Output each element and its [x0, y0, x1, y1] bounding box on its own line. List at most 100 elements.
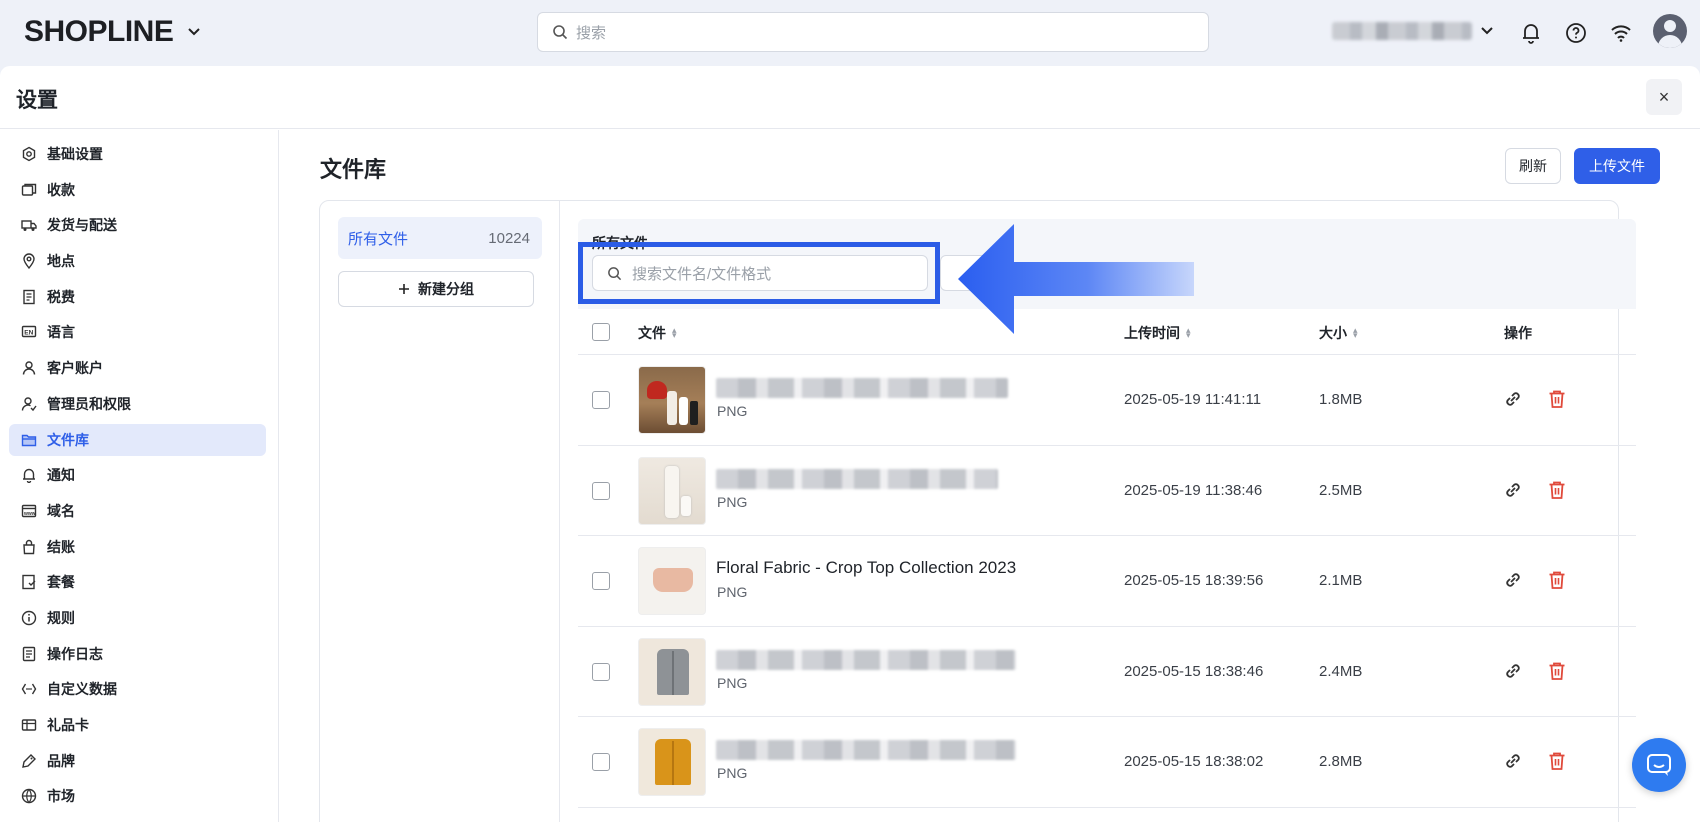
- delete-icon[interactable]: [1546, 569, 1568, 591]
- new-group-button[interactable]: 新建分组: [338, 271, 534, 307]
- file-size: 2.8MB: [1319, 753, 1363, 770]
- file-thumbnail[interactable]: [638, 547, 706, 615]
- sidebar-item[interactable]: 基础设置: [9, 138, 266, 170]
- global-search-input[interactable]: 搜索: [537, 12, 1209, 52]
- delete-icon[interactable]: [1546, 750, 1568, 772]
- group-list: 所有文件 10224 新建分组: [320, 201, 560, 822]
- svg-text:EN: EN: [24, 330, 33, 337]
- globe-icon: [21, 788, 37, 804]
- highlight-box: [578, 242, 940, 304]
- delete-icon[interactable]: [1546, 388, 1568, 410]
- chevron-down-icon[interactable]: [1480, 23, 1494, 39]
- sidebar-item[interactable]: 套餐: [9, 566, 266, 598]
- copy-link-icon[interactable]: [1502, 479, 1524, 501]
- copy-link-icon[interactable]: [1502, 569, 1524, 591]
- sidebar-item[interactable]: 市场: [9, 780, 266, 812]
- row-checkbox[interactable]: [592, 753, 610, 771]
- table-row[interactable]: PNG 2025-05-15 18:38:02 2.8MB: [578, 717, 1636, 808]
- sidebar-item-label: 发货与配送: [47, 217, 117, 234]
- file-name-blurred[interactable]: [716, 740, 1016, 760]
- sidebar-item-label: 语言: [47, 324, 75, 341]
- close-icon: ×: [1658, 86, 1670, 107]
- shopline-logo: SHOPLINE: [24, 15, 174, 48]
- column-header-size[interactable]: 大小 ▴ ▾: [1319, 323, 1358, 343]
- group-count: 10224: [488, 229, 530, 247]
- sidebar-item[interactable]: 收款: [9, 174, 266, 206]
- row-checkbox[interactable]: [592, 481, 610, 500]
- sidebar-item[interactable]: 操作日志: [9, 638, 266, 670]
- sidebar-item-label: 礼品卡: [47, 717, 89, 733]
- upload-time: 2025-05-19 11:41:11: [1124, 391, 1262, 408]
- copy-link-icon[interactable]: [1502, 660, 1524, 682]
- sidebar-item[interactable]: 客户账户: [9, 352, 266, 384]
- page-title: 文件库: [320, 157, 387, 182]
- bell-icon[interactable]: [1518, 20, 1544, 46]
- column-label: 大小: [1319, 325, 1347, 341]
- sort-icon: ▴ ▾: [1353, 325, 1358, 340]
- store-switcher[interactable]: SHOPLINE: [24, 15, 201, 49]
- help-icon[interactable]: [1563, 20, 1589, 46]
- file-type: PNG: [717, 403, 748, 419]
- row-checkbox[interactable]: [592, 572, 610, 590]
- file-name-blurred[interactable]: [716, 378, 1008, 398]
- sort-icon: ▴ ▾: [672, 325, 677, 340]
- table-row[interactable]: PNG 2025-05-19 11:38:46 2.5MB: [578, 446, 1636, 536]
- sidebar-item-label: 结账: [47, 538, 75, 555]
- upload-time: 2025-05-19 11:38:46: [1124, 481, 1263, 499]
- sidebar-item[interactable]: 税费: [9, 281, 266, 313]
- file-thumbnail[interactable]: [638, 456, 706, 525]
- copy-link-icon[interactable]: [1502, 750, 1524, 772]
- sidebar-item[interactable]: 文件库: [9, 423, 266, 456]
- plan-icon: [21, 574, 37, 590]
- sidebar-item[interactable]: www 域名: [9, 495, 266, 527]
- file-type: PNG: [717, 584, 748, 600]
- upload-file-button[interactable]: 上传文件: [1574, 148, 1660, 184]
- table-row[interactable]: Floral Fabric - Crop Top Collection 2023…: [578, 536, 1636, 627]
- select-all-checkbox[interactable]: [592, 323, 610, 341]
- row-checkbox[interactable]: [592, 391, 610, 409]
- sidebar-item[interactable]: 管理员和权限: [9, 388, 266, 420]
- column-header-file[interactable]: 文件 ▴ ▾: [638, 323, 677, 343]
- settings-panel: 设置 × 基础设置 收款 发货与配送 地点 税费 EN 语言 客户账户 管理员和权限 文件库 通知 w…: [0, 66, 1700, 822]
- delete-icon[interactable]: [1546, 660, 1568, 682]
- chat-support-button[interactable]: [1632, 738, 1686, 792]
- file-size: 1.8MB: [1319, 391, 1363, 408]
- file-thumbnail[interactable]: [638, 637, 706, 706]
- sidebar-item-label: 基础设置: [47, 146, 103, 162]
- sidebar-item[interactable]: 地点: [9, 245, 266, 277]
- sidebar-item[interactable]: 自定义数据: [9, 673, 266, 705]
- file-thumbnail[interactable]: [638, 366, 706, 434]
- file-name-blurred[interactable]: [716, 468, 998, 489]
- table-row[interactable]: PNG 2025-05-15 18:38:46 2.4MB: [578, 627, 1636, 717]
- file-name[interactable]: Floral Fabric - Crop Top Collection 2023: [716, 558, 1016, 578]
- file-size: 2.5MB: [1319, 481, 1363, 499]
- row-checkbox[interactable]: [592, 662, 610, 681]
- sidebar-item[interactable]: 结账: [9, 531, 266, 563]
- wifi-icon[interactable]: [1608, 20, 1634, 46]
- file-size: 2.4MB: [1319, 662, 1363, 680]
- file-name-blurred[interactable]: [716, 649, 1016, 670]
- svg-text:www: www: [23, 511, 36, 517]
- sidebar-item[interactable]: 品牌: [9, 745, 266, 777]
- gift-card-icon: [21, 717, 37, 733]
- sidebar-item-label: 通知: [47, 467, 75, 484]
- sidebar-item[interactable]: EN 语言: [9, 316, 266, 348]
- sidebar-item[interactable]: 礼品卡: [9, 709, 266, 741]
- refresh-button[interactable]: 刷新: [1505, 148, 1561, 184]
- sidebar-item[interactable]: 通知: [9, 459, 266, 491]
- sidebar-item[interactable]: 规则: [9, 602, 266, 634]
- chat-icon: [1647, 754, 1671, 776]
- sidebar-item[interactable]: 发货与配送: [9, 209, 266, 241]
- store-name-blurred[interactable]: [1332, 22, 1472, 40]
- copy-link-icon[interactable]: [1502, 388, 1524, 410]
- user-avatar[interactable]: [1653, 14, 1687, 48]
- folder-icon: [21, 432, 37, 448]
- delete-icon[interactable]: [1546, 479, 1568, 501]
- file-thumbnail[interactable]: [638, 728, 706, 796]
- truck-icon: [21, 217, 37, 233]
- upload-time: 2025-05-15 18:38:02: [1124, 753, 1264, 770]
- plus-icon: [399, 284, 409, 294]
- close-button[interactable]: ×: [1646, 79, 1682, 115]
- group-item-all-files[interactable]: 所有文件 10224: [338, 217, 542, 259]
- table-row[interactable]: PNG 2025-05-19 11:41:11 1.8MB: [578, 355, 1636, 446]
